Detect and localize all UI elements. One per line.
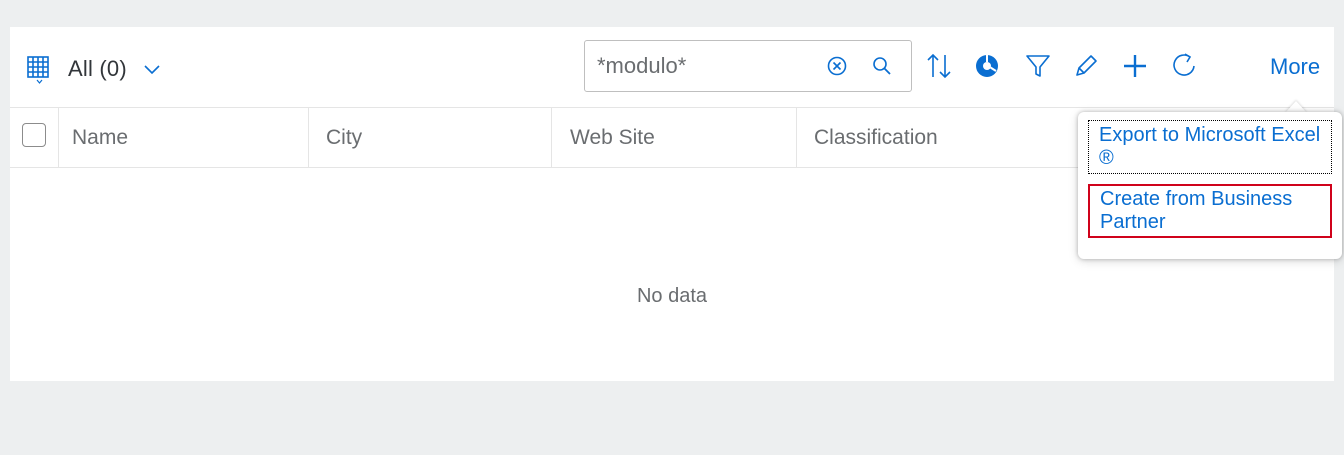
column-header-city[interactable]: City [326,108,362,167]
variant-selector[interactable]: All (0) [26,49,161,89]
edit-icon[interactable] [1070,50,1102,82]
search-icon[interactable] [866,50,898,82]
create-from-business-partner-menu-item[interactable]: Create from Business Partner [1088,184,1332,238]
column-divider [58,108,59,167]
column-header-name[interactable]: Name [72,108,128,167]
chevron-down-icon [143,60,161,78]
clear-icon[interactable] [821,50,853,82]
column-divider [308,108,309,167]
variant-label: All (0) [68,56,127,81]
filter-icon[interactable] [1022,50,1054,82]
column-header-classification[interactable]: Classification [814,108,938,167]
column-divider [551,108,552,167]
add-icon[interactable] [1119,50,1151,82]
export-excel-menu-item[interactable]: Export to Microsoft Excel ® [1088,120,1332,174]
more-button[interactable]: More [1270,54,1320,80]
pie-chart-icon[interactable] [971,50,1003,82]
search-input[interactable] [597,52,807,80]
column-header-website[interactable]: Web Site [570,108,655,167]
table-grid-icon [26,55,54,84]
no-data-message: No data [636,285,708,307]
sort-icon[interactable] [923,50,955,82]
refresh-icon[interactable] [1168,50,1200,82]
select-all-checkbox[interactable] [22,123,46,147]
column-divider [796,108,797,167]
table-toolbar: All (0) *modulo* More [10,27,1334,108]
more-menu-popover: Export to Microsoft Excel ® Create from … [1078,112,1342,259]
search-field[interactable] [584,40,912,92]
